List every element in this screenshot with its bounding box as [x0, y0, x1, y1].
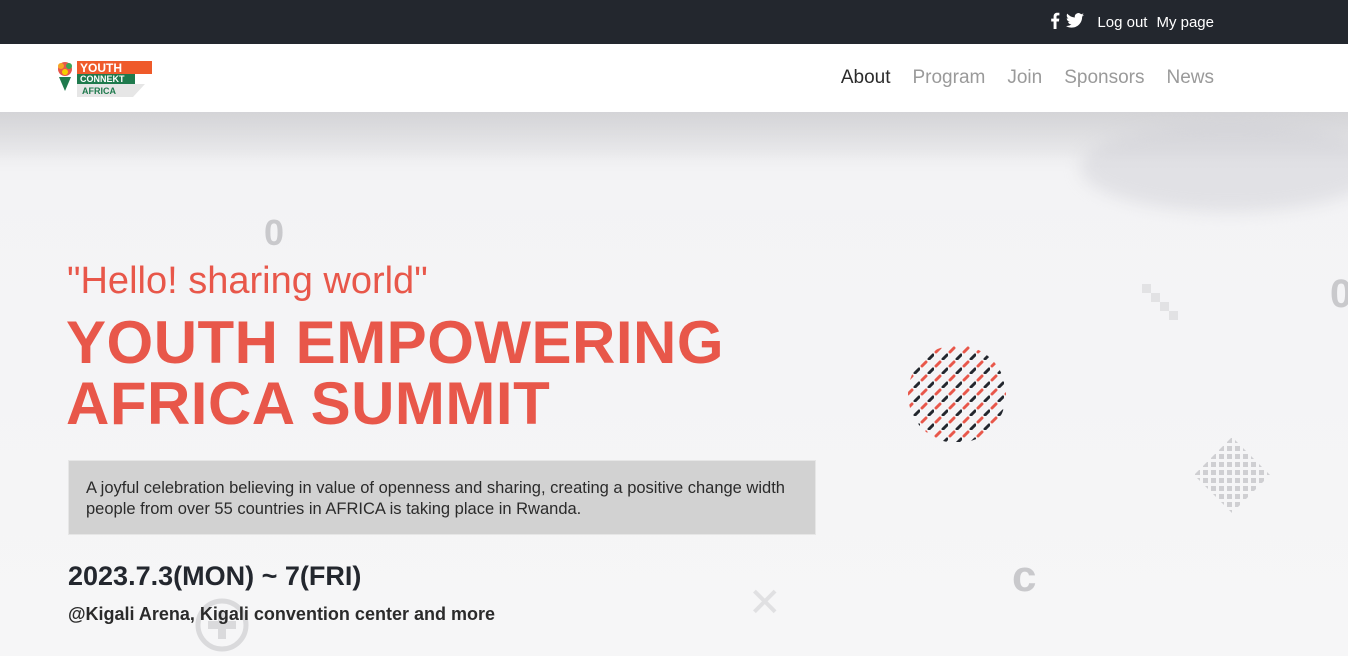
- top-utility-bar: Log out My page: [0, 0, 1348, 44]
- deco-pixel-squares: [1142, 284, 1178, 320]
- deco-cross-shape: ✕: [748, 581, 782, 625]
- deco-diamond-pattern: [1194, 437, 1270, 513]
- youth-connekt-africa-logo[interactable]: YOUTH CONNEKT AFRICA: [55, 59, 155, 99]
- hero-description-box: A joyful celebration believing in value …: [68, 460, 816, 535]
- deco-zero-shape-right: 0: [1330, 272, 1348, 316]
- deco-c-shape: c: [1012, 552, 1037, 601]
- nav-sponsors[interactable]: Sponsors: [1064, 67, 1144, 89]
- my-page-link[interactable]: My page: [1156, 14, 1214, 31]
- hero-description: A joyful celebration believing in value …: [86, 479, 785, 518]
- nav-news[interactable]: News: [1166, 67, 1214, 89]
- hero-title-line-2: AFRICA SUMMIT: [66, 370, 551, 437]
- main-menu: About Program Join Sponsors News: [841, 44, 1214, 112]
- nav-about[interactable]: About: [841, 67, 891, 89]
- twitter-icon[interactable]: [1066, 12, 1085, 32]
- logout-link[interactable]: Log out: [1097, 14, 1147, 31]
- deco-pattern-circle: [908, 346, 1006, 442]
- hero-section: 0 0 c ✕ "Hello! sharing world" YOUTH EMP…: [0, 112, 1348, 656]
- hero-tagline: "Hello! sharing world": [67, 260, 428, 302]
- nav-join[interactable]: Join: [1007, 67, 1042, 89]
- hero-title: YOUTH EMPOWERING AFRICA SUMMIT: [66, 312, 724, 434]
- main-navbar: YOUTH CONNEKT AFRICA About Program Join …: [0, 44, 1348, 112]
- svg-text:YOUTH: YOUTH: [80, 61, 122, 75]
- deco-zero-shape: 0: [264, 212, 285, 253]
- svg-text:CONNEKT: CONNEKT: [80, 74, 125, 84]
- hero-background-blur: [1080, 122, 1348, 212]
- svg-text:AFRICA: AFRICA: [82, 86, 116, 96]
- hero-title-line-1: YOUTH EMPOWERING: [66, 309, 725, 376]
- nav-program[interactable]: Program: [912, 67, 985, 89]
- event-venue: @Kigali Arena, Kigali convention center …: [68, 604, 495, 624]
- event-date: 2023.7.3(MON) ~ 7(FRI): [68, 561, 362, 591]
- facebook-icon[interactable]: [1050, 12, 1060, 33]
